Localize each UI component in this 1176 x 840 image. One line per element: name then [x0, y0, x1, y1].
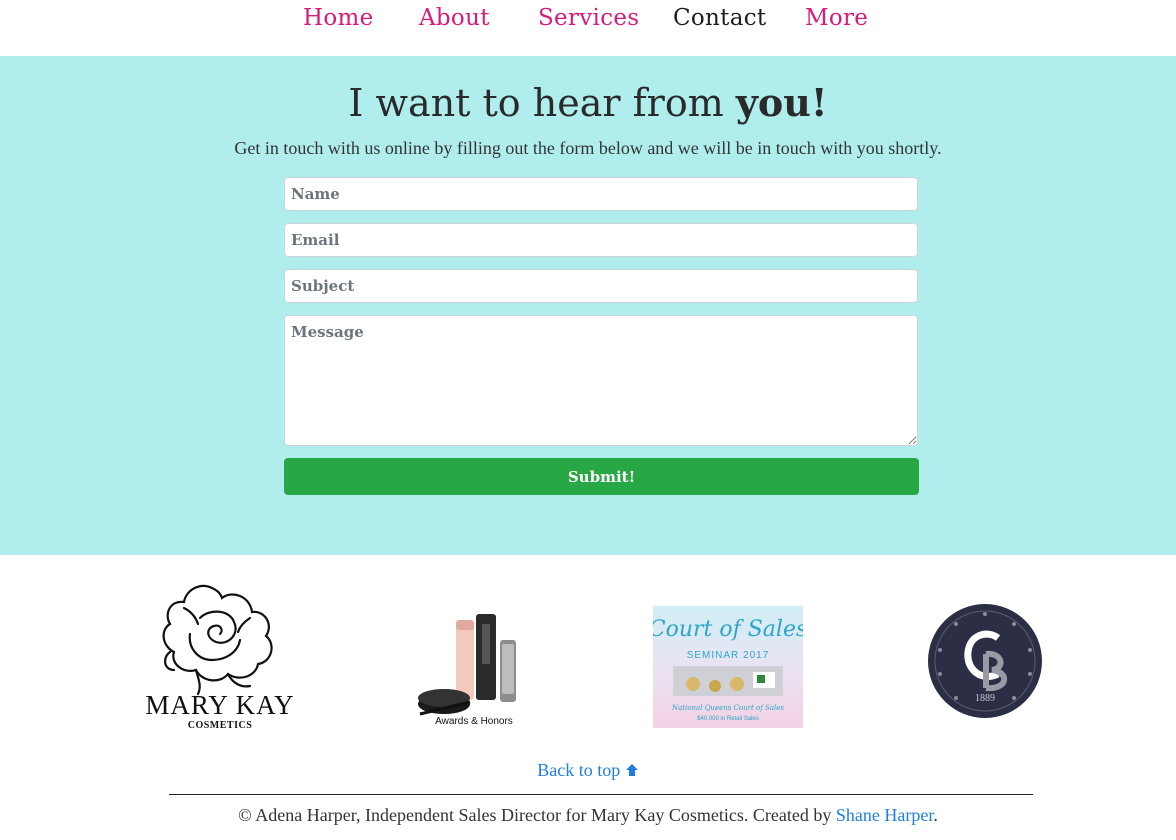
court-of-sales-banner-icon: Court of Sales SEMINAR 2017 National Que… [649, 606, 807, 728]
email-input[interactable] [284, 223, 918, 257]
nav-about[interactable]: About [419, 5, 490, 31]
heading-text: I want to hear from [348, 81, 736, 125]
subject-input[interactable] [284, 269, 918, 303]
creator-link[interactable]: Shane Harper [836, 805, 933, 825]
marykay-name: MARY KAY [145, 690, 294, 720]
court-line2: $40,000 in Retail Sales [697, 716, 759, 722]
arrow-up-icon [625, 764, 638, 776]
court-title: Court of Sales [653, 617, 803, 642]
back-to-top-link[interactable]: Back to top [0, 760, 1176, 781]
court-of-sales-logo: Court of Sales SEMINAR 2017 National Que… [649, 606, 807, 728]
rose-icon: MARY KAY COSMETICS [145, 584, 294, 731]
marykay-sub: COSMETICS [188, 720, 253, 731]
footer-credits: © Adena Harper, Independent Sales Direct… [0, 805, 1176, 826]
mary-kay-logo: MARY KAY COSMETICS [140, 578, 300, 732]
cb-year: 1889 [975, 693, 995, 704]
nav-services[interactable]: Services [538, 5, 639, 31]
heading-emphasis: you! [735, 80, 828, 125]
nav-more[interactable]: More [805, 5, 868, 31]
awards-honors-logo: Awards & Honors [410, 610, 530, 730]
copyright-text: © Adena Harper, Independent Sales Direct… [238, 805, 836, 825]
top-nav: Home About Services Contact More [0, 0, 1176, 56]
court-line1: National Queens Court of Sales [671, 704, 784, 712]
contact-heading: I want to hear from you! [0, 80, 1176, 125]
back-to-top-label: Back to top [537, 760, 621, 780]
footer-divider [169, 794, 1033, 795]
nav-home[interactable]: Home [303, 5, 374, 31]
cosmetics-products-icon: Awards & Honors [418, 614, 516, 727]
name-input[interactable] [284, 177, 918, 211]
awards-caption: Awards & Honors [435, 716, 513, 727]
cb-1889-logo: 1889 [926, 602, 1044, 720]
message-textarea[interactable] [284, 315, 918, 446]
nav-contact[interactable]: Contact [673, 5, 766, 31]
contact-section: I want to hear from you! Get in touch wi… [0, 56, 1176, 555]
contact-subtitle: Get in touch with us online by filling o… [234, 138, 942, 158]
court-seminar: SEMINAR 2017 [687, 650, 770, 661]
footer-period: . [933, 805, 938, 825]
submit-button[interactable]: Submit! [284, 458, 919, 495]
cb-monogram-icon: 1889 [928, 604, 1042, 718]
